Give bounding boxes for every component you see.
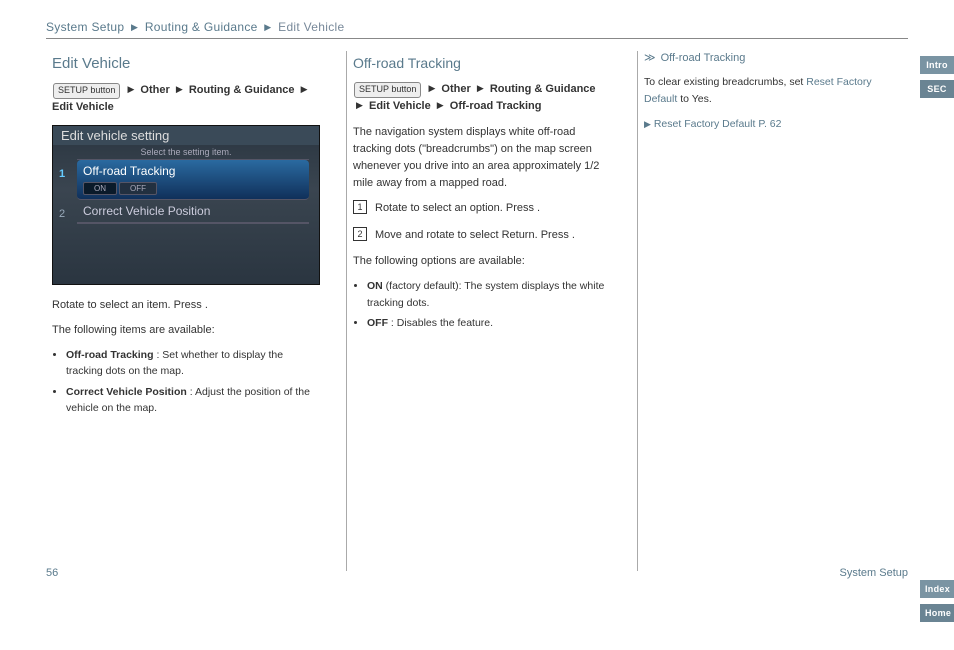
menu-path: SETUP button ▶ Other ▶ Routing & Guidanc…	[353, 81, 611, 114]
breadcrumb-2: Routing & Guidance	[145, 20, 258, 34]
chevron-right-icon: ▶	[428, 83, 435, 93]
option-name: ON	[367, 280, 383, 292]
step-1: 1 Rotate to select an option. Press .	[353, 200, 611, 217]
step-number: 2	[353, 227, 367, 241]
paragraph: The navigation system displays white off…	[353, 124, 611, 192]
device-title: Edit vehicle setting	[53, 126, 319, 145]
step-number: 1	[353, 200, 367, 214]
menu-path: SETUP button ▶ Other ▶ Routing & Guidanc…	[52, 82, 320, 115]
path-segment: Routing & Guidance	[490, 83, 596, 95]
sidetab-index[interactable]: Index	[920, 580, 954, 598]
breadcrumb: System Setup ▶ Routing & Guidance ▶ Edit…	[46, 20, 908, 39]
note-text-after: to Yes.	[680, 93, 712, 105]
note-text-before: To clear existing breadcrumbs, set	[644, 76, 806, 88]
button-label: SETUP button	[354, 82, 421, 98]
sidebar-heading: ≫ Off-road Tracking	[644, 51, 902, 64]
xref-link[interactable]: Reset Factory Default	[654, 118, 756, 130]
list-item: Correct Vehicle Position : Adjust the po…	[66, 384, 320, 417]
chevron-right-icon: ▶	[131, 22, 138, 32]
sidetab-sec[interactable]: SEC	[920, 80, 954, 98]
list-item: Off-road Tracking : Set whether to displ…	[66, 347, 320, 380]
xref-page[interactable]: P. 62	[758, 118, 781, 130]
list-item: OFF : Disables the feature.	[367, 315, 611, 331]
chevron-right-icon: ▶	[437, 100, 444, 110]
chevron-right-icon: ▶	[356, 100, 363, 110]
link-arrow-icon: ▶	[644, 119, 651, 129]
row-label: Correct Vehicle Position	[83, 204, 210, 218]
info-arrow-icon: ≫	[644, 52, 656, 64]
chevron-right-icon: ▶	[301, 84, 308, 94]
toggle-on[interactable]: ON	[83, 182, 117, 195]
path-segment: Other	[441, 83, 470, 95]
footer: 56 System Setup	[46, 567, 908, 579]
path-segment: Off-road Tracking	[450, 100, 542, 112]
breadcrumb-1: System Setup	[46, 20, 124, 34]
sidetab-intro[interactable]: Intro	[920, 56, 954, 74]
step-text: Rotate to select an option. Press .	[375, 200, 540, 217]
body-text: Rotate to select an item. Press . The fo…	[52, 297, 320, 416]
chevron-right-icon: ▶	[176, 84, 183, 94]
option-desc: (factory default): The system displays t…	[367, 280, 604, 308]
option-name: OFF	[367, 317, 388, 329]
device-row-offroad-tracking[interactable]: 1 Off-road Tracking ON OFF	[77, 160, 309, 200]
item-name: Off-road Tracking	[66, 349, 154, 361]
path-segment: Edit Vehicle	[52, 101, 114, 113]
path-segment: Other	[140, 84, 169, 96]
items-label: The following items are available:	[52, 322, 320, 339]
step-text: Move and rotate to select Return. Press …	[375, 227, 575, 244]
row-number: 1	[59, 168, 65, 180]
step-2: 2 Move and rotate to select Return. Pres…	[353, 227, 611, 244]
column-2: Off-road Tracking SETUP button ▶ Other ▶…	[346, 51, 617, 571]
chevron-right-icon: ▶	[477, 83, 484, 93]
row-number: 2	[59, 208, 65, 220]
chevron-right-icon: ▶	[127, 84, 134, 94]
footer-section: System Setup	[840, 567, 908, 579]
note-text: To clear existing breadcrumbs, set Reset…	[644, 74, 902, 132]
device-subtitle: Select the setting item.	[53, 145, 319, 159]
breadcrumb-3: Edit Vehicle	[278, 20, 344, 34]
column-3-sidebar: ≫ Off-road Tracking To clear existing br…	[637, 51, 908, 571]
row-label: Off-road Tracking	[83, 164, 175, 178]
item-name: Correct Vehicle Position	[66, 386, 187, 398]
subsection-title: Off-road Tracking	[353, 55, 611, 71]
instruction-text: Rotate to select an item. Press .	[52, 297, 320, 314]
device-row-correct-position[interactable]: 2 Correct Vehicle Position	[77, 200, 309, 223]
chevron-right-icon: ▶	[264, 22, 271, 32]
section-title: Edit Vehicle	[52, 55, 320, 72]
button-label: SETUP button	[53, 83, 120, 99]
sidetab-home[interactable]: Home	[920, 604, 954, 622]
options-label: The following options are available:	[353, 253, 611, 270]
sidebar-title: Off-road Tracking	[661, 52, 746, 64]
list-item: ON (factory default): The system display…	[367, 278, 611, 311]
option-desc: : Disables the feature.	[391, 317, 493, 329]
path-segment: Edit Vehicle	[369, 100, 431, 112]
page-number: 56	[46, 567, 58, 579]
path-segment: Routing & Guidance	[189, 84, 295, 96]
column-1: Edit Vehicle SETUP button ▶ Other ▶ Rout…	[46, 51, 326, 571]
toggle-off[interactable]: OFF	[119, 182, 157, 195]
on-off-toggle[interactable]: ON OFF	[83, 182, 303, 195]
device-screenshot: Edit vehicle setting Select the setting …	[52, 125, 320, 285]
